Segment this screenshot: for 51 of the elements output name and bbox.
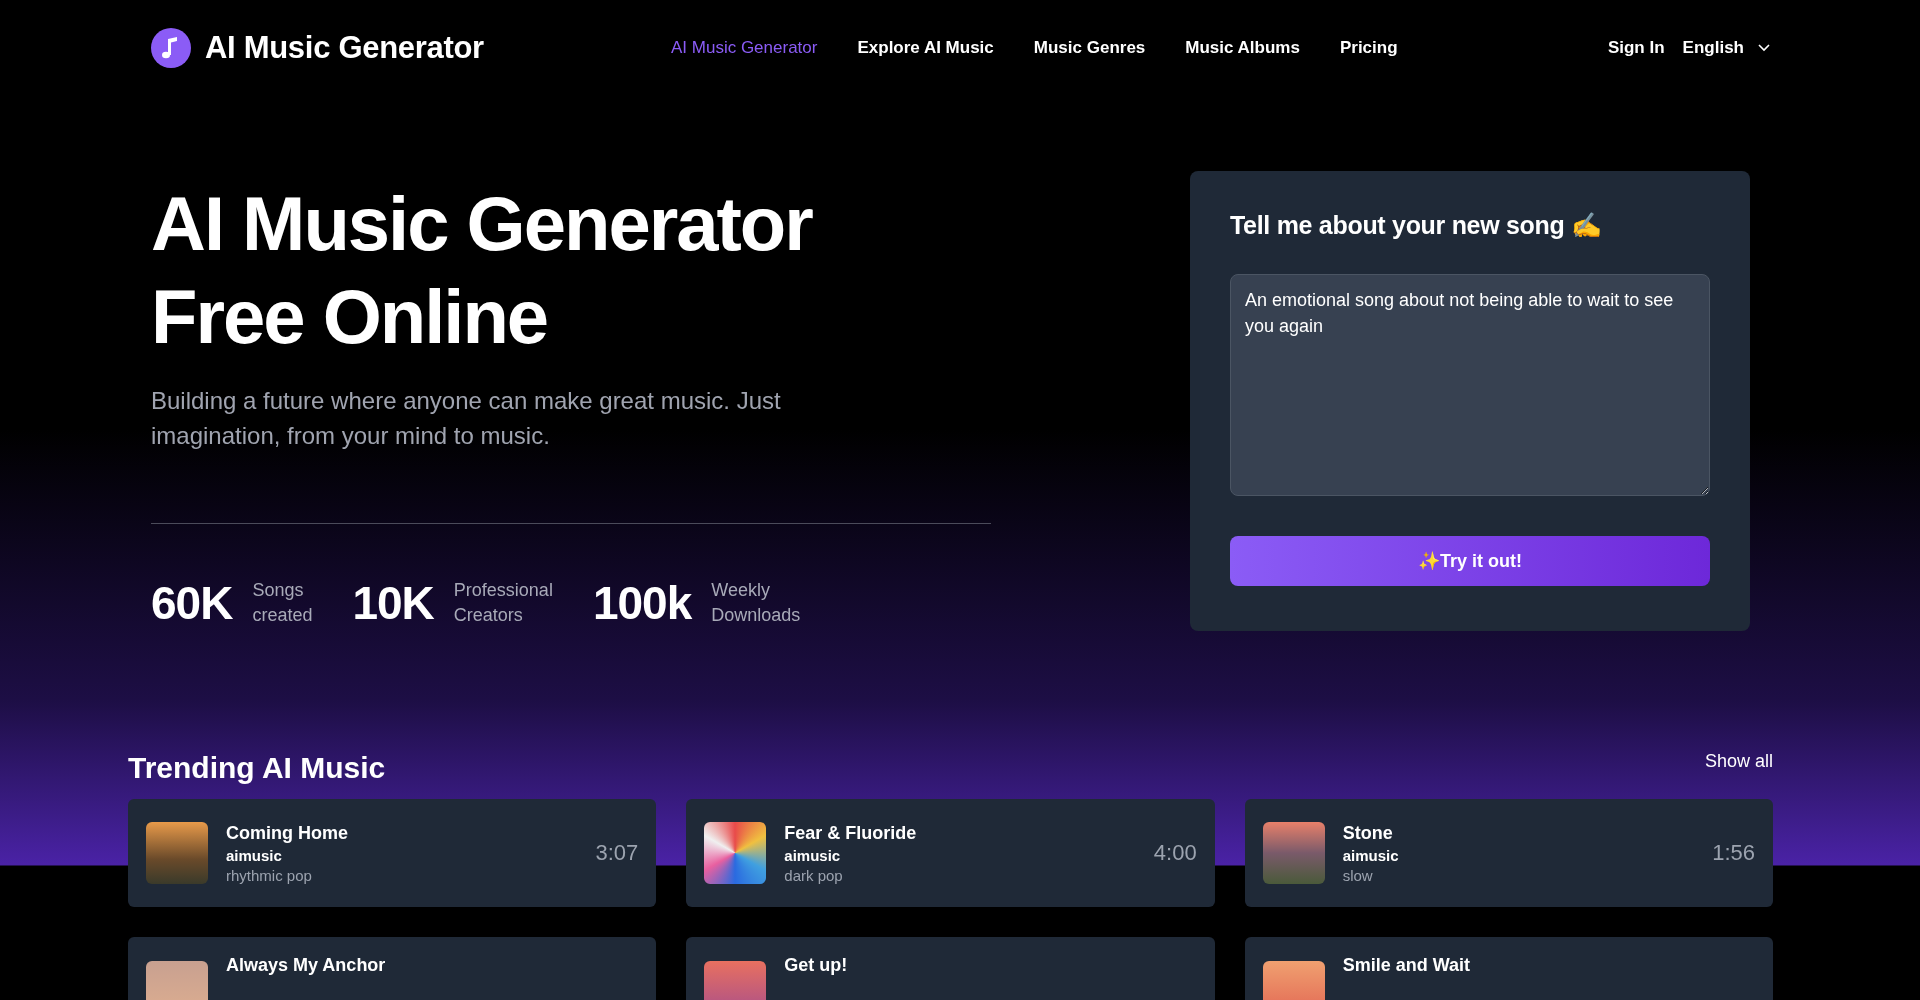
song-artist: aimusic	[226, 846, 283, 864]
language-dropdown[interactable]: English	[1682, 37, 1770, 58]
song-description-field[interactable]: An emotional song about not being able to wait to see you again	[1230, 274, 1710, 496]
song-card[interactable]: Coming Home aimusic rhythmic pop 3:07	[128, 799, 657, 907]
nav-link[interactable]: Explore AI Music	[857, 37, 994, 58]
hero-title: Free Online	[151, 273, 549, 361]
music-note-icon	[151, 27, 191, 68]
section-title: Trending AI Music	[128, 751, 386, 785]
song-title: Always My Anchor	[226, 955, 387, 976]
prompt-title: Tell me about your new song ✍	[1230, 211, 1603, 240]
stat-label: Professional	[453, 579, 553, 602]
photo-placeholder	[146, 822, 208, 884]
stat-value: 100k	[592, 576, 692, 630]
photo-placeholder	[704, 822, 767, 884]
song-duration: 3:07	[595, 840, 639, 866]
song-title: Fear & Fluoride	[784, 822, 918, 844]
show-all-link[interactable]: Show all	[1704, 751, 1773, 772]
hero-subtitle: Building a future where anyone can make great music. Just imagination, from your mind to music.	[151, 386, 782, 451]
song-genre: slow	[1342, 866, 1374, 884]
song-artist: aimusic	[1342, 846, 1400, 864]
song-card[interactable]: Fear & Fluoride aimusic dark pop 4:00	[686, 799, 1215, 907]
nav-link[interactable]: Music Genres	[1033, 37, 1146, 58]
hero-title: AI Music Generator	[151, 180, 814, 268]
song-title: Stone	[1342, 822, 1394, 844]
nav-link[interactable]: Pricing	[1339, 37, 1398, 58]
logo-text: AI Music Generator	[205, 29, 484, 66]
song-title: Get up!	[784, 955, 849, 976]
try-it-out-button[interactable]: ✨Try it out!	[1230, 536, 1710, 586]
stat-label: created	[252, 604, 313, 627]
song-duration: 1:56	[1712, 840, 1755, 866]
nav-link[interactable]: AI Music Generator	[671, 37, 818, 58]
stat-label: Weekly	[711, 579, 771, 602]
song-title: Coming Home	[226, 822, 349, 844]
photo-placeholder	[1262, 822, 1325, 884]
song-title: Smile and Wait	[1342, 955, 1471, 976]
stat-label: Creators	[453, 604, 524, 627]
song-card[interactable]: Get up!	[686, 937, 1215, 1000]
nav-link[interactable]: Music Albums	[1185, 37, 1300, 58]
stat-label: Downloads	[711, 604, 801, 627]
song-artist: aimusic	[784, 846, 842, 864]
song-card[interactable]: Always My Anchor	[128, 937, 657, 1000]
song-card[interactable]: Smile and Wait	[1244, 937, 1773, 1000]
stat-value: 60K	[151, 576, 233, 630]
song-duration: 4:00	[1153, 840, 1197, 866]
chevron-down-icon	[1758, 43, 1770, 52]
song-card[interactable]: Stone aimusic slow 1:56	[1244, 799, 1773, 907]
stat-value: 10K	[352, 576, 434, 630]
song-genre: dark pop	[784, 866, 844, 884]
stat-label: Songs	[252, 579, 305, 602]
song-genre: rhythmic pop	[226, 866, 313, 884]
sign-in-link[interactable]: Sign In	[1607, 37, 1665, 58]
